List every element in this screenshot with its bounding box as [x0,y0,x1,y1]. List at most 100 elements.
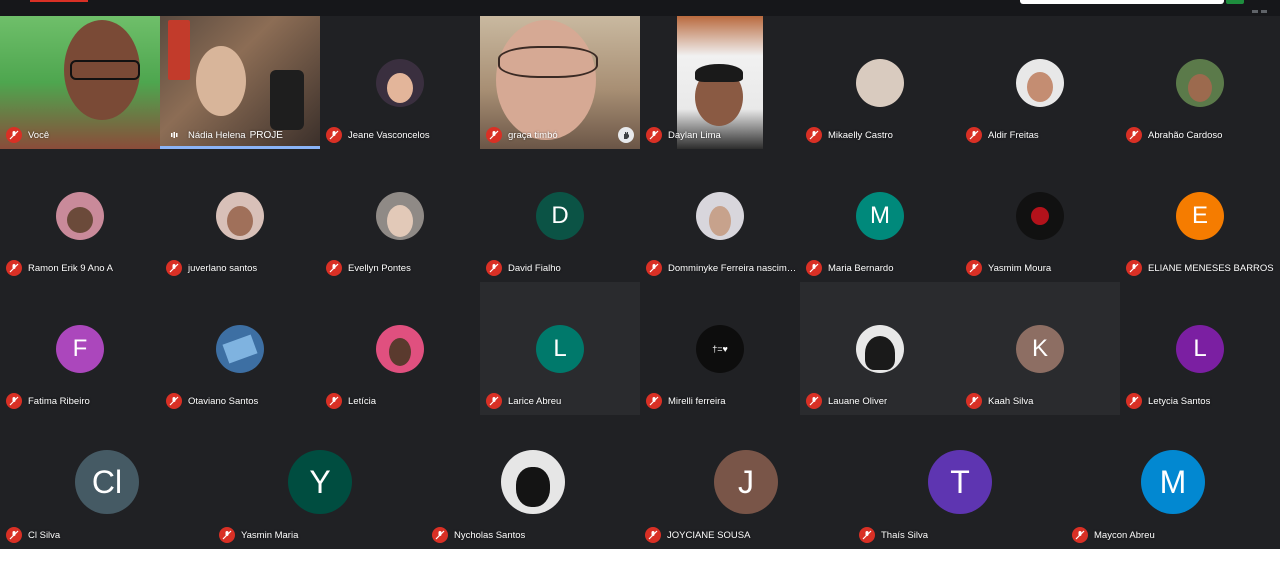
participant-name: Jeane Vasconcelos [348,129,430,141]
name-bar: Maycon Abreu [1066,521,1155,549]
mic-off-icon [646,127,662,143]
avatar-photo [856,59,904,107]
participant-name: Kaah Silva [988,395,1034,407]
participant-tile[interactable]: L Letycia Santos [1120,282,1280,415]
mic-off-icon [645,527,661,543]
participant-tile[interactable]: L Larice Abreu [480,282,640,415]
name-bar: Nádia Helena PROJE [160,121,283,149]
status-indicator [1226,0,1244,4]
participant-tile[interactable]: Nádia Helena PROJE [160,16,320,149]
participant-name: Letycia Santos [1148,395,1211,407]
mic-off-icon [1072,527,1088,543]
participant-tile[interactable]: Evellyn Pontes [320,149,480,282]
participant-tile[interactable]: Lauane Oliver [800,282,960,415]
name-bar: Yasmim Moura [960,254,1051,282]
hand-raised-icon [618,127,634,143]
participant-tile[interactable]: M Maria Bernardo [800,149,960,282]
participant-tile[interactable]: M Maycon Abreu [1066,416,1280,549]
name-bar: Letícia [320,387,376,415]
avatar-initial: D [536,192,584,240]
mic-off-icon [6,527,22,543]
participant-name: ELIANE MENESES BARROS [1148,262,1274,274]
glasses-shape [70,60,140,80]
participant-tile[interactable]: J JOYCIANE SOUSA [639,416,853,549]
participant-tile[interactable]: K Kaah Silva [960,282,1120,415]
window-controls[interactable] [1252,0,1272,13]
participant-name: Evellyn Pontes [348,262,411,274]
participant-name: Yasmim Moura [988,262,1052,274]
name-bar: Maria Bernardo [800,254,893,282]
bottom-strip [0,549,1280,563]
participant-tile[interactable]: Aldir Freitas [960,16,1120,149]
avatar-photo [216,192,264,240]
name-bar: Aldir Freitas [960,121,1039,149]
participant-name: Você [28,129,50,141]
mic-off-icon [966,393,982,409]
avatar-initial-letter: F [72,335,88,362]
name-bar: Jeane Vasconcelos [320,121,430,149]
avatar-initial-letter: T [950,463,970,500]
participant-tile[interactable]: E ELIANE MENESES BARROS [1120,149,1280,282]
avatar-initial-letter: L [553,335,567,362]
participant-tile[interactable]: Jeane Vasconcelos [320,16,480,149]
avatar-photo [1176,59,1224,107]
avatar-initial: Cl [75,450,139,514]
participant-tile[interactable]: Cl Cl Silva [0,416,213,549]
participant-tile[interactable]: Yasmim Moura [960,149,1120,282]
participant-tile[interactable]: Abrahão Cardoso [1120,16,1280,149]
recording-indicator [30,0,88,2]
avatar-initial-letter: Y [309,463,331,500]
mic-off-icon [486,393,502,409]
avatar-photo [376,59,424,107]
participant-name: Abrahão Cardoso [1148,129,1223,141]
participant-tile[interactable]: Mikaelly Castro [800,16,960,149]
participant-tile-self[interactable]: Você [0,16,160,149]
mic-off-icon [486,260,502,276]
name-bar: ELIANE MENESES BARROS [1120,254,1274,282]
participant-name: Larice Abreu [508,395,562,407]
name-bar: Evellyn Pontes [320,254,411,282]
participant-name: Nádia Helena [188,129,246,141]
mic-off-icon [1126,393,1142,409]
name-bar: JOYCIANE SOUSA [639,521,750,549]
participant-tile[interactable]: Letícia [320,282,480,415]
participant-tile[interactable]: T Thaís Silva [853,416,1066,549]
participant-name: Lauane Oliver [828,395,888,407]
participant-name: Letícia [348,395,376,407]
search-box[interactable] [1020,0,1224,4]
top-bar [0,0,1280,16]
avatar-photo [376,325,424,373]
mic-off-icon [486,127,502,143]
name-bar: Lauane Oliver [800,387,887,415]
mic-off-icon [1126,127,1142,143]
participant-tile[interactable]: Otaviano Santos [160,282,320,415]
participant-tile[interactable]: †=♥ Mirelli ferreira [640,282,800,415]
poster-shape [168,20,190,80]
participant-tile[interactable]: F Fatima Ribeiro [0,282,160,415]
participant-tile[interactable]: Nycholas Santos [426,416,639,549]
participant-tile[interactable]: Daylan Lima [640,16,800,149]
name-bar: Otaviano Santos [160,387,258,415]
mic-off-icon [326,127,342,143]
participant-tile[interactable]: Y Yasmin Maria [213,416,426,549]
mic-off-icon [166,260,182,276]
participant-name: Aldir Freitas [988,129,1039,141]
overlay-text: PROJE [249,129,283,141]
avatar-photo [216,325,264,373]
mic-off-icon [966,127,982,143]
avatar-photo [501,450,565,514]
participant-tile[interactable]: juverlano santos [160,149,320,282]
participant-tile[interactable]: D David Fialho [480,149,640,282]
name-bar: Larice Abreu [480,387,561,415]
video-feed [196,46,246,116]
participant-name: Maria Bernardo [828,262,894,274]
name-bar: Domminyke Ferreira nascim… [640,254,796,282]
participant-tile[interactable]: graça timbó [480,16,640,149]
participant-name: Nycholas Santos [454,529,526,541]
mic-off-icon [966,260,982,276]
participant-tile[interactable]: Domminyke Ferreira nascim… [640,149,800,282]
mic-off-icon [1126,260,1142,276]
avatar-initial-letter: E [1191,202,1208,229]
avatar-initial: K [1016,325,1064,373]
participant-tile[interactable]: Ramon Erik 9 Ano A [0,149,160,282]
